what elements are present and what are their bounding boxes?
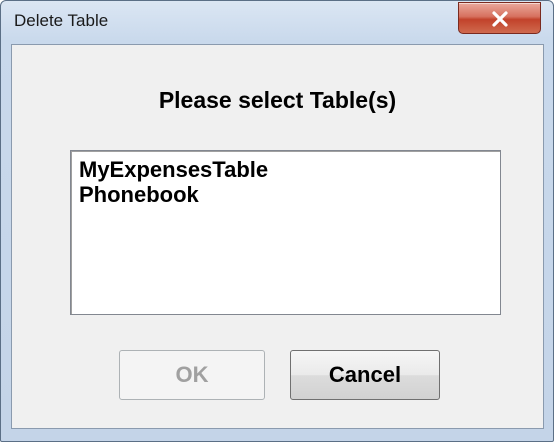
select-prompt: Please select Table(s) — [158, 87, 397, 113]
delete-table-window: Delete Table Please select Table(s) MyEx… — [0, 0, 554, 442]
table-listbox[interactable]: MyExpensesTable Phonebook — [70, 150, 501, 315]
window-title: Delete Table — [14, 11, 109, 30]
title-bar[interactable]: Delete Table — [1, 1, 553, 43]
close-button[interactable] — [458, 2, 541, 34]
list-item[interactable]: MyExpensesTable — [79, 157, 492, 182]
cancel-button[interactable]: Cancel — [290, 350, 440, 400]
ok-button[interactable]: OK — [119, 350, 265, 400]
close-icon — [492, 11, 508, 27]
dialog-body: Please select Table(s) MyExpensesTable P… — [11, 44, 544, 429]
list-item[interactable]: Phonebook — [79, 182, 492, 207]
